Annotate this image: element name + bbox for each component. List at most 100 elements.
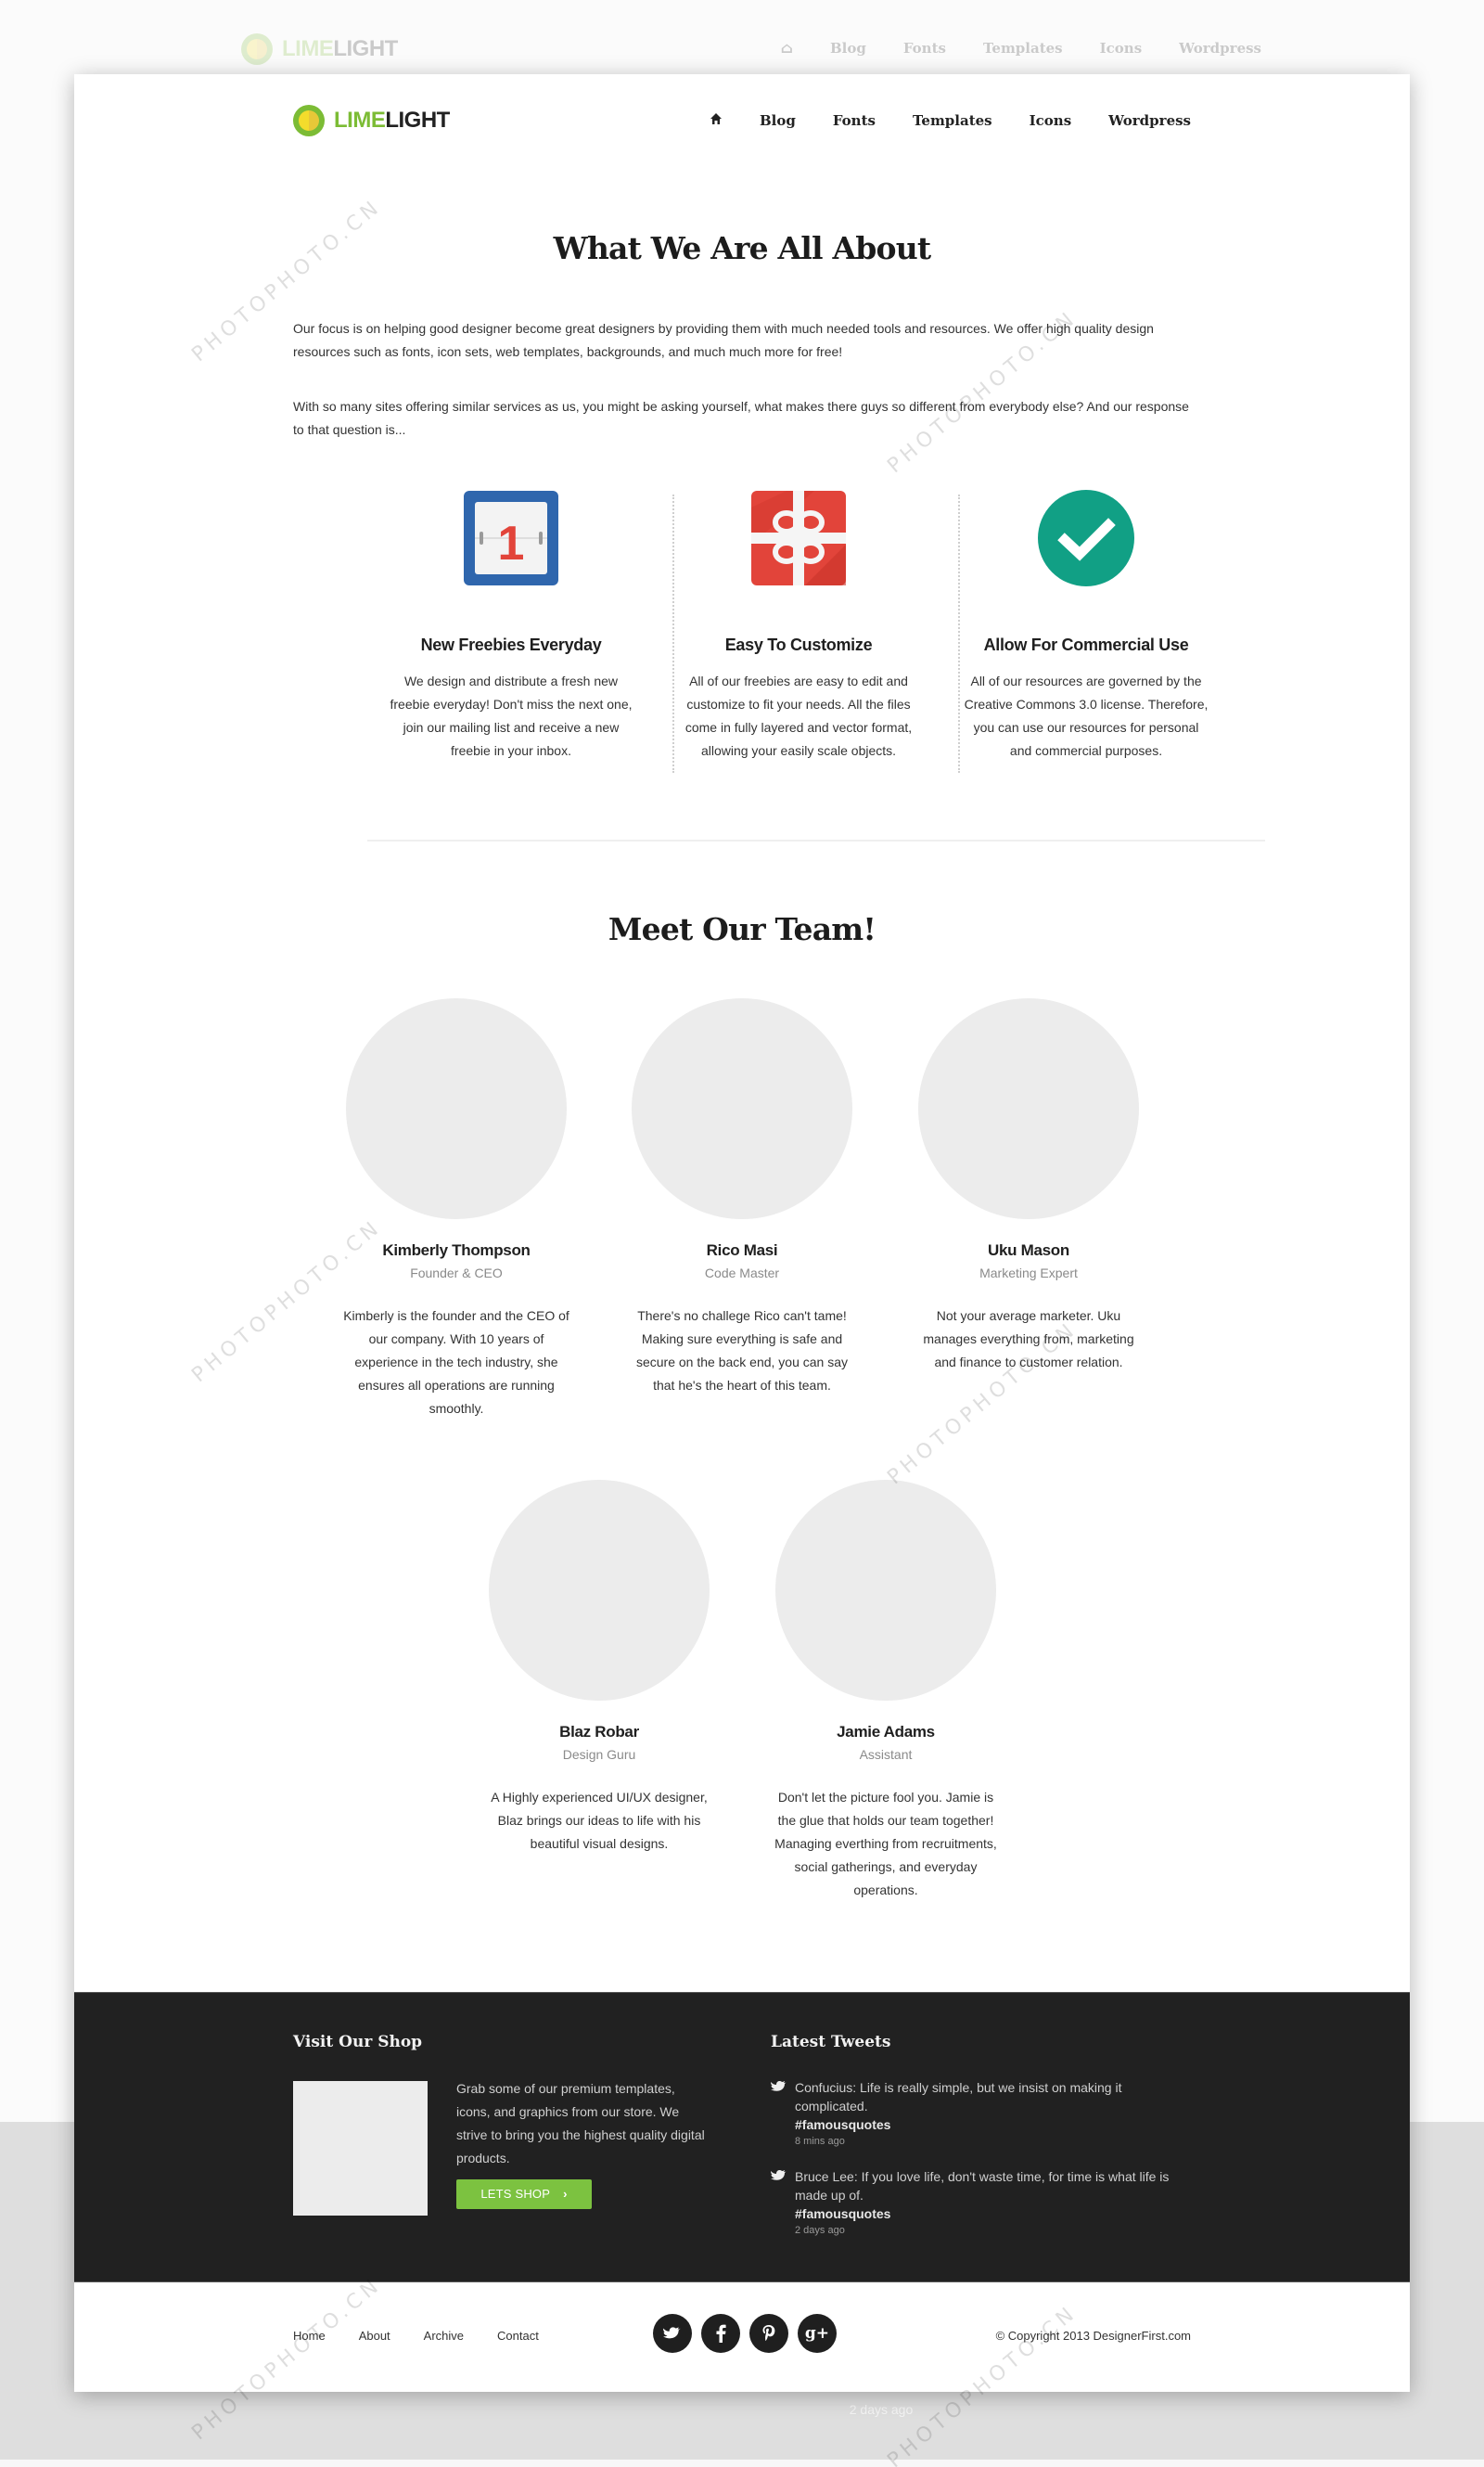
member-bio: Kimberly is the founder and the CEO of o… <box>343 1308 569 1416</box>
dark-footer: Visit Our Shop Grab some of our premium … <box>74 1992 1410 2282</box>
about-paragraph: With so many sites offering similar serv… <box>293 399 1189 437</box>
avatar <box>489 1480 710 1701</box>
feature-item: 1 New Freebies Everyday We design and di… <box>367 489 655 763</box>
google-plus-icon[interactable]: g+ <box>798 2314 837 2353</box>
team-member: Kimberly Thompson Founder & CEO Kimberly… <box>326 998 586 1420</box>
feature-separator <box>958 495 960 773</box>
feature-title: Allow For Commercial Use <box>983 636 1189 654</box>
ghost-nav-wordpress: Wordpress <box>1179 39 1261 57</box>
checkmark-icon <box>1037 489 1135 587</box>
ghost-header: LIMELIGHT ⌂ Blog Fonts Templates Icons W… <box>241 33 1261 71</box>
shop-title: Visit Our Shop <box>293 2033 423 2051</box>
member-name: Blaz Robar <box>559 1723 639 1741</box>
team-member: Jamie Adams Assistant Don't let the pict… <box>756 1480 1016 1902</box>
team-title: Meet Our Team! <box>608 911 876 947</box>
member-name: Jamie Adams <box>837 1723 935 1741</box>
tweet-hashtag[interactable]: #famousquotes <box>795 2204 1197 2223</box>
ghost-nav-icons: Icons <box>1099 39 1143 57</box>
member-name: Rico Masi <box>706 1241 778 1259</box>
shop-description: Grab some of our premium templates, icon… <box>456 2081 705 2165</box>
ghost-logo-light: LIGHT <box>333 36 398 61</box>
pinterest-icon[interactable] <box>749 2314 788 2353</box>
member-role: Design Guru <box>562 1747 636 1762</box>
member-bio: Not your average marketer. Uku manages e… <box>923 1308 1134 1369</box>
page-card: LIMELIGHT Blog Fonts Templates Icons Wor… <box>74 74 1410 2392</box>
tweet-time: 8 mins ago <box>795 2136 845 2147</box>
twitter-bird-icon <box>771 2081 787 2091</box>
feature-item: Easy To Customize All of our freebies ar… <box>655 489 942 763</box>
features: 1 New Freebies Everyday We design and di… <box>367 489 1230 851</box>
member-bio: Don't let the picture fool you. Jamie is… <box>774 1790 997 1897</box>
bottom-footer: Home About Archive Contact g+ © Copyrigh… <box>74 2282 1410 2392</box>
chevron-right-icon: › <box>563 2187 568 2201</box>
ghost-nav-blog: Blog <box>829 39 866 57</box>
tweet-text: Bruce Lee: If you love life, don't waste… <box>795 2169 1170 2203</box>
shop-thumbnail[interactable] <box>293 2081 428 2216</box>
team-member: Blaz Robar Design Guru A Highly experien… <box>469 1480 729 1856</box>
member-name: Kimberly Thompson <box>382 1241 531 1259</box>
nav-blog[interactable]: Blog <box>760 112 796 129</box>
site-header: LIMELIGHT Blog Fonts Templates Icons Wor… <box>293 102 1191 139</box>
about-paragraph: Our focus is on helping good designer be… <box>293 321 1154 359</box>
ghost-logo-mark-icon <box>241 33 273 65</box>
feature-description: All of our freebies are easy to edit and… <box>684 674 913 758</box>
tweet-time: 2 days ago <box>795 2225 845 2236</box>
home-icon[interactable] <box>710 111 723 129</box>
site-logo[interactable]: LIMELIGHT <box>293 105 450 136</box>
tweet-item: Confucius: Life is really simple, but we… <box>771 2078 1197 2147</box>
avatar <box>918 998 1139 1219</box>
section-divider <box>367 840 1265 842</box>
footer-links: Home About Archive Contact <box>293 2329 572 2343</box>
nav-templates[interactable]: Templates <box>913 112 992 129</box>
nav-wordpress[interactable]: Wordpress <box>1108 112 1191 129</box>
feature-item: Allow For Commercial Use All of our reso… <box>942 489 1230 763</box>
avatar <box>775 1480 996 1701</box>
footer-link-archive[interactable]: Archive <box>424 2329 464 2343</box>
tweet-text: Confucius: Life is really simple, but we… <box>795 2080 1122 2114</box>
member-role: Assistant <box>859 1747 913 1762</box>
ghost-logo: LIMELIGHT <box>241 33 398 65</box>
tweet-item: Bruce Lee: If you love life, don't waste… <box>771 2167 1197 2236</box>
logo-text: LIMELIGHT <box>334 108 450 134</box>
gift-icon <box>749 489 848 587</box>
calendar-icon: 1 <box>462 489 560 587</box>
member-role: Founder & CEO <box>410 1266 503 1280</box>
social-links: g+ <box>653 2314 846 2353</box>
tweet-hashtag[interactable]: #famousquotes <box>795 2115 1197 2134</box>
calendar-day-number: 1 <box>498 517 525 571</box>
nav-icons[interactable]: Icons <box>1030 112 1072 129</box>
copyright: © Copyright 2013 DesignerFirst.com <box>995 2329 1191 2343</box>
team-member: Rico Masi Code Master There's no challeg… <box>612 998 872 1397</box>
avatar <box>346 998 567 1219</box>
footer-link-about[interactable]: About <box>359 2329 390 2343</box>
footer-link-home[interactable]: Home <box>293 2329 326 2343</box>
page-bottom-strip <box>0 2460 1484 2467</box>
logo-text-light: LIGHT <box>385 108 450 133</box>
about-title: What We Are All About <box>553 230 932 266</box>
member-name: Uku Mason <box>988 1241 1069 1259</box>
feature-title: New Freebies Everyday <box>420 636 602 654</box>
tweets-title: Latest Tweets <box>771 2033 891 2051</box>
footer-link-contact[interactable]: Contact <box>497 2329 539 2343</box>
ghost-timestamp: 2 days ago <box>849 2402 914 2417</box>
member-role: Marketing Expert <box>979 1266 1078 1280</box>
ghost-nav: ⌂ Blog Fonts Templates Icons Wordpress <box>781 39 1261 57</box>
ghost-logo-lime: LIME <box>282 36 334 61</box>
avatar <box>632 998 852 1219</box>
twitter-icon[interactable] <box>653 2314 692 2353</box>
lets-shop-button[interactable]: LETS SHOP › <box>456 2179 592 2209</box>
feature-description: We design and distribute a fresh new fre… <box>390 674 633 758</box>
facebook-icon[interactable] <box>701 2314 740 2353</box>
ghost-nav-fonts: Fonts <box>902 39 946 57</box>
ghost-nav-templates: Templates <box>982 39 1063 57</box>
member-bio: There's no challege Rico can't tame! Mak… <box>635 1308 849 1393</box>
main-nav: Blog Fonts Templates Icons Wordpress <box>710 111 1191 129</box>
feature-separator <box>672 495 674 773</box>
team-member: Uku Mason Marketing Expert Not your aver… <box>899 998 1158 1374</box>
nav-fonts[interactable]: Fonts <box>833 112 876 129</box>
ghost-home-icon: ⌂ <box>780 39 793 57</box>
member-bio: A Highly experienced UI/UX designer, Bla… <box>491 1790 708 1851</box>
member-role: Code Master <box>704 1266 780 1280</box>
logo-mark-icon <box>293 105 325 136</box>
twitter-bird-icon <box>771 2170 787 2180</box>
